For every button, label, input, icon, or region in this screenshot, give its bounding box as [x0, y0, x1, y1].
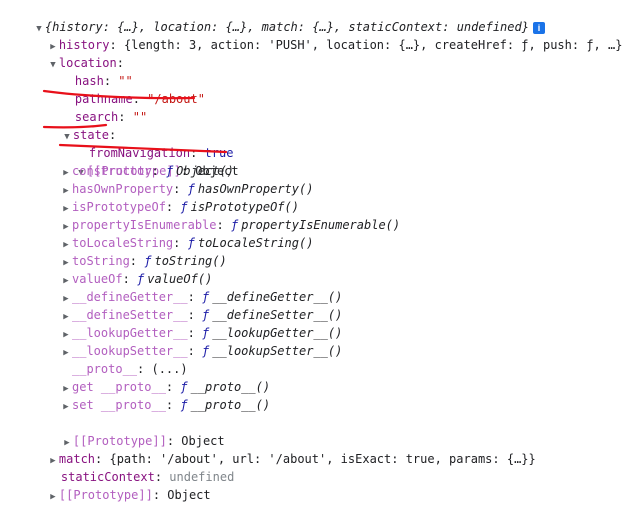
prototype-member-row[interactable]: ▶__proto__: (...): [60, 360, 188, 378]
property-key: hasOwnProperty: [72, 182, 174, 196]
property-value: Object(): [176, 164, 234, 178]
property-value: valueOf(): [147, 272, 213, 286]
property-value: "/about": [147, 92, 205, 106]
property-value: "": [132, 110, 148, 124]
prototype-member-row[interactable]: ▶ isPrototypeOf: ƒ isPrototypeOf(): [60, 198, 299, 216]
tree-row-location[interactable]: ▼ location:: [18, 36, 124, 70]
property-key: __defineGetter__: [72, 290, 188, 304]
function-label: ƒ: [180, 398, 188, 412]
property-value: __lookupGetter__(): [212, 326, 343, 340]
collapsed-triangle-icon[interactable]: ▶: [47, 488, 59, 506]
property-key: __lookupGetter__: [72, 326, 188, 340]
tree-row-staticContext[interactable]: staticContext: undefined: [32, 450, 234, 484]
property-value: __defineSetter__(): [212, 308, 343, 322]
property-value: toLocaleString(): [197, 236, 314, 250]
function-label: ƒ: [165, 164, 174, 178]
tree-row-state[interactable]: ▼ state:: [32, 108, 116, 142]
prototype-member-row[interactable]: ▶ hasOwnProperty: ƒ hasOwnProperty(): [60, 180, 313, 198]
function-label: ƒ: [202, 290, 210, 304]
property-key: __lookupSetter__: [72, 344, 188, 358]
property-key: constructor: [72, 164, 152, 178]
property-key: __proto__: [72, 362, 138, 376]
prototype-member-row[interactable]: ▶ set __proto__: ƒ __proto__(): [60, 396, 270, 414]
prototype-member-row[interactable]: ▶ __lookupGetter__: ƒ __lookupGetter__(): [60, 324, 342, 342]
property-value: propertyIsEnumerable(): [241, 218, 401, 232]
tree-row-prototype-root[interactable]: ▶ [[Prototype]]: Object: [18, 468, 210, 502]
tree-row-prototype-outer[interactable]: ▶ [[Prototype]]: Object: [32, 414, 224, 448]
prototype-member-row[interactable]: ▶ __defineGetter__: ƒ __defineGetter__(): [60, 288, 342, 306]
property-key: __defineSetter__: [72, 308, 188, 322]
prototype-member-row[interactable]: ▶ get __proto__: ƒ __proto__(): [60, 378, 270, 396]
property-value: __defineGetter__(): [212, 290, 343, 304]
property-value: toString(): [154, 254, 227, 268]
tree-row-pathname[interactable]: pathname: "/about": [46, 72, 205, 106]
object-summary-row[interactable]: ▼ {history: {…}, location: {…}, match: {……: [4, 0, 545, 34]
property-value[interactable]: (...): [151, 362, 187, 376]
property-key: toString: [72, 254, 130, 268]
property-preview: {length: 3, action: 'PUSH', location: {……: [123, 38, 623, 52]
prototype-member-row[interactable]: ▶ __defineSetter__: ƒ __defineSetter__(): [60, 306, 342, 324]
tree-row-fromNavigation[interactable]: fromNavigation: true: [60, 126, 234, 160]
function-label: ƒ: [180, 380, 188, 394]
tree-row-history[interactable]: ▶ history: {length: 3, action: 'PUSH', lo…: [18, 18, 622, 52]
prototype-member-row[interactable]: ▶ propertyIsEnumerable: ƒ propertyIsEnumer…: [60, 216, 400, 234]
function-label: ƒ: [137, 272, 145, 286]
tree-row-search[interactable]: search: "": [46, 90, 147, 124]
prototype-member-row[interactable]: ▶ valueOf: ƒ valueOf(): [60, 270, 212, 288]
function-label: ƒ: [202, 326, 210, 340]
function-label: ƒ: [202, 308, 210, 322]
property-key: toLocaleString: [72, 236, 174, 250]
function-label: ƒ: [202, 344, 210, 358]
tree-row-match[interactable]: ▶ match: {path: '/about', url: '/about', …: [18, 432, 536, 466]
prototype-member-row[interactable]: ▶ toString: ƒ toString(): [60, 252, 227, 270]
property-value: __proto__(): [190, 380, 271, 394]
tree-row-hash[interactable]: hash: "": [46, 54, 133, 88]
property-value: hasOwnProperty(): [197, 182, 314, 196]
property-value: Object: [167, 488, 211, 502]
property-value: isPrototypeOf(): [190, 200, 299, 214]
property-key: set __proto__: [72, 398, 166, 412]
tree-row-prototype-inner[interactable]: ▼ [[Prototype]]: Object: [46, 144, 238, 178]
property-key: isPrototypeOf: [72, 200, 166, 214]
console-object-tree: ▼ {history: {…}, location: {…}, match: {……: [0, 0, 635, 502]
property-key: valueOf: [72, 272, 123, 286]
prototype-member-row[interactable]: ▶ toLocaleString: ƒ toLocaleString(): [60, 234, 313, 252]
function-label: ƒ: [187, 236, 195, 250]
function-label: ƒ: [180, 200, 188, 214]
property-value: __proto__(): [190, 398, 271, 412]
prototype-member-row[interactable]: ▶ constructor: ƒ Object(): [60, 162, 234, 180]
function-label: ƒ: [144, 254, 152, 268]
property-key: [[Prototype]]: [58, 488, 153, 502]
function-label: ƒ: [230, 218, 239, 232]
property-key: propertyIsEnumerable: [72, 218, 217, 232]
property-value: __lookupSetter__(): [212, 344, 343, 358]
prototype-member-row[interactable]: ▶ __lookupSetter__: ƒ __lookupSetter__(): [60, 342, 342, 360]
function-label: ƒ: [187, 182, 195, 196]
property-key: get __proto__: [72, 380, 166, 394]
